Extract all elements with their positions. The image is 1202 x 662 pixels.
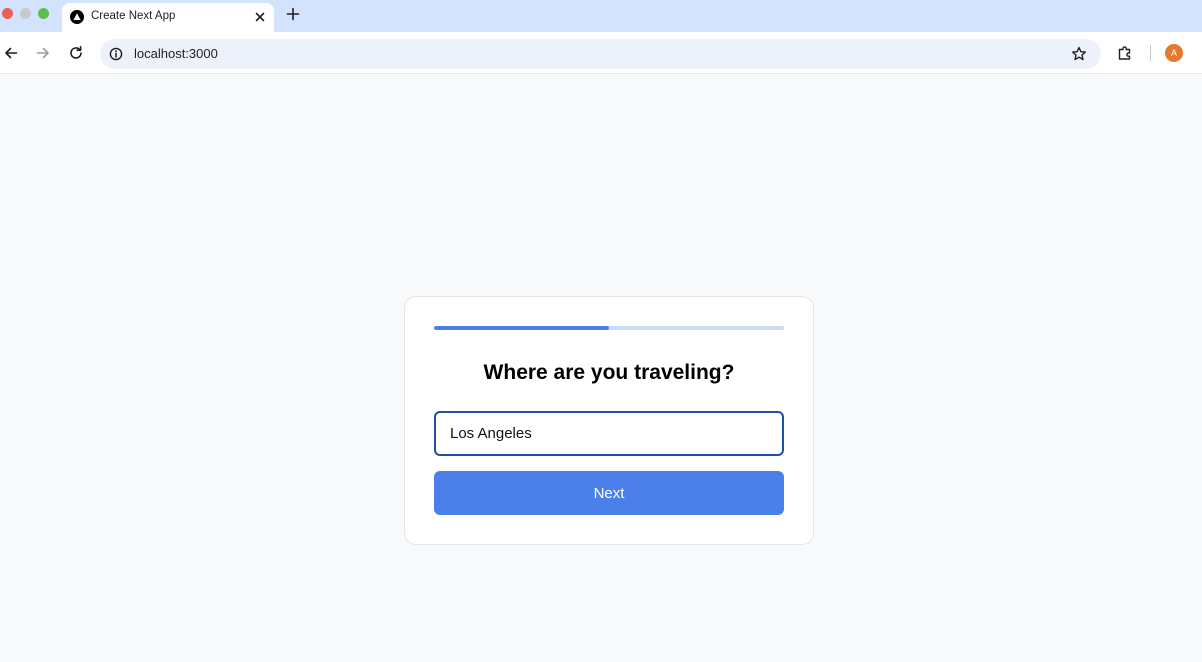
extensions-puzzle-icon[interactable] xyxy=(1116,44,1134,62)
url-text: localhost:3000 xyxy=(134,46,218,61)
forward-arrow-icon[interactable] xyxy=(34,44,52,62)
browser-tab-strip: Create Next App xyxy=(0,0,1202,32)
site-info-icon[interactable] xyxy=(108,46,124,62)
step-progress-fill xyxy=(434,326,609,330)
question-heading: Where are you traveling? xyxy=(483,361,735,384)
close-tab-icon[interactable] xyxy=(252,9,268,25)
toolbar-divider xyxy=(1150,45,1151,61)
travel-form-card: Where are you traveling? Next xyxy=(404,296,814,545)
back-arrow-icon[interactable] xyxy=(2,44,20,62)
nextjs-triangle-icon xyxy=(70,10,84,24)
new-tab-plus-icon[interactable] xyxy=(284,5,302,23)
maximize-window-icon[interactable] xyxy=(38,8,49,19)
reload-icon[interactable] xyxy=(67,44,85,62)
tab-title: Create Next App xyxy=(91,10,176,22)
profile-avatar[interactable]: A xyxy=(1165,44,1183,62)
minimize-window-icon[interactable] xyxy=(20,8,31,19)
next-button[interactable]: Next xyxy=(434,471,784,515)
close-window-icon[interactable] xyxy=(2,8,13,19)
bookmark-star-icon[interactable] xyxy=(1070,45,1088,63)
address-bar[interactable]: localhost:3000 xyxy=(100,39,1101,69)
destination-input[interactable] xyxy=(434,411,784,456)
step-progress-bar xyxy=(434,326,784,330)
browser-tab[interactable]: Create Next App xyxy=(62,3,274,32)
browser-toolbar: localhost:3000 A xyxy=(0,32,1202,74)
